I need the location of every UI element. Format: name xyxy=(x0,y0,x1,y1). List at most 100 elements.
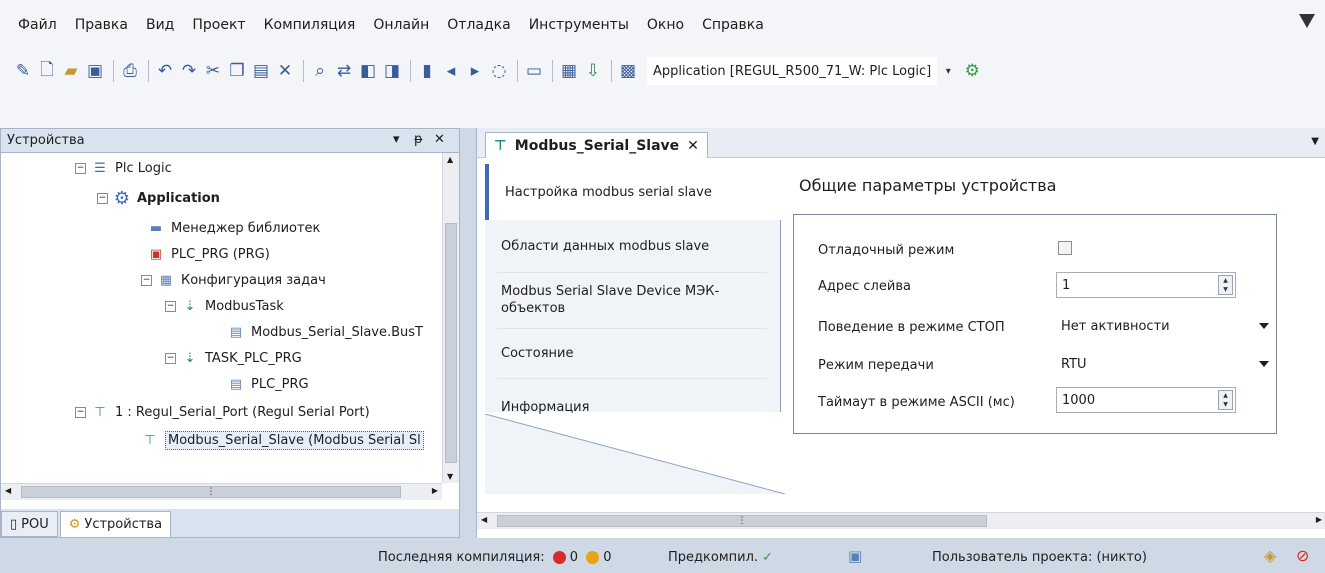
menu-file[interactable]: Файл xyxy=(18,17,57,33)
tab-list-chevron-icon[interactable]: ▼ xyxy=(1311,136,1319,147)
side-tab-status[interactable]: Состояние xyxy=(485,330,781,376)
chevron-down-icon[interactable] xyxy=(1259,361,1269,367)
side-tab-data-areas[interactable]: Области данных modbus slave xyxy=(485,220,781,272)
tree-node-plc-prg-call[interactable]: ▤ PLC_PRG xyxy=(227,373,309,395)
side-tab-iec-objects[interactable]: Modbus Serial Slave Device МЭК-объектов xyxy=(485,274,781,326)
no-connection-icon[interactable]: ⊘ xyxy=(1296,546,1309,565)
tree-node-modbus-task[interactable]: − ⇣ ModbusTask xyxy=(165,295,284,317)
bookmark-prev-icon[interactable]: ◂ xyxy=(440,60,462,82)
device-params-group: Отладочный режим Адрес слейва 1 ▲ ▼ Повед… xyxy=(793,214,1277,434)
toolbar-separator xyxy=(410,60,411,82)
side-tab-divider xyxy=(497,272,767,273)
collapse-icon[interactable]: − xyxy=(75,406,86,418)
download-icon[interactable]: ⇩ xyxy=(582,60,604,82)
pane-menu-icon[interactable]: ▾ xyxy=(393,132,400,147)
find-icon[interactable]: ⌕ xyxy=(309,60,331,82)
tree-node-application[interactable]: − ⚙ Application xyxy=(97,187,220,209)
menu-bar: Файл Правка Вид Проект Компиляция Онлайн… xyxy=(0,0,1325,46)
print-icon[interactable]: ⎙ xyxy=(119,60,141,82)
tree-node-plc-logic[interactable]: − ☰ Plc Logic xyxy=(75,157,172,179)
transfer-mode-label: Режим передачи xyxy=(818,358,934,373)
spinner-icon[interactable]: ▲ ▼ xyxy=(1218,275,1233,295)
application-combo-value: Application [REGUL_R500_71_W: Plc Logic] xyxy=(653,63,932,79)
paste-icon[interactable]: ▤ xyxy=(250,60,272,82)
new-file-icon[interactable]: 🗋 xyxy=(36,60,58,82)
replace-icon[interactable]: ⇄ xyxy=(333,60,355,82)
transfer-mode-select[interactable]: RTU xyxy=(1056,351,1276,377)
collapse-icon[interactable]: − xyxy=(97,192,108,204)
scroll-right-icon[interactable]: ▶ xyxy=(1316,515,1322,524)
filter-icon[interactable] xyxy=(1299,14,1315,28)
menu-debug[interactable]: Отладка xyxy=(447,17,510,33)
close-tab-icon[interactable]: ✕ xyxy=(687,138,699,154)
tree-horizontal-scrollbar[interactable]: ◀ ⋮ ▶ xyxy=(1,483,442,500)
chevron-down-icon[interactable] xyxy=(1259,323,1269,329)
network-icon[interactable]: ▣ xyxy=(848,547,862,565)
find-prev-icon[interactable]: ◧ xyxy=(357,60,379,82)
bookmark-next-icon[interactable]: ▸ xyxy=(464,60,486,82)
tree-vertical-scrollbar[interactable]: ▲ ▼ xyxy=(442,153,459,483)
copy-icon[interactable]: ❐ xyxy=(226,60,248,82)
tab-devices[interactable]: ⚙ Устройства xyxy=(59,511,172,537)
scroll-right-icon[interactable]: ▶ xyxy=(432,486,438,495)
chevron-down-icon[interactable]: ▾ xyxy=(937,60,959,82)
tree-node-task-plc-prg[interactable]: − ⇣ TASK_PLC_PRG xyxy=(165,347,302,369)
application-select-icon[interactable]: ▩ xyxy=(617,60,639,82)
scroll-thumb[interactable]: ⋮ xyxy=(21,486,401,498)
undo-icon[interactable]: ↶ xyxy=(154,60,176,82)
stop-behaviour-select[interactable]: Нет активности xyxy=(1056,313,1276,339)
shield-icon[interactable]: ◈ xyxy=(1264,546,1276,565)
ascii-timeout-input[interactable]: 1000 ▲ ▼ xyxy=(1056,387,1236,413)
tab-modbus-serial-slave[interactable]: ⊤ Modbus_Serial_Slave ✕ xyxy=(485,132,708,158)
project-user: Пользователь проекта: (никто) xyxy=(932,550,1147,565)
scroll-left-icon[interactable]: ◀ xyxy=(5,486,11,495)
menu-edit[interactable]: Правка xyxy=(75,17,128,33)
menu-view[interactable]: Вид xyxy=(146,17,174,33)
scroll-thumb[interactable]: ⋮ xyxy=(497,515,987,527)
open-folder-icon[interactable]: ▰ xyxy=(60,60,82,82)
scroll-up-icon[interactable]: ▲ xyxy=(447,155,453,164)
bookmark-icon[interactable]: ▮ xyxy=(416,60,438,82)
menu-online[interactable]: Онлайн xyxy=(373,17,429,33)
collapse-icon[interactable]: − xyxy=(165,352,176,364)
menu-tools[interactable]: Инструменты xyxy=(529,17,629,33)
menu-window[interactable]: Окно xyxy=(647,17,684,33)
collapse-icon[interactable]: − xyxy=(141,274,152,286)
redo-icon[interactable]: ↷ xyxy=(178,60,200,82)
scroll-thumb[interactable] xyxy=(445,223,457,463)
editor-horizontal-scrollbar[interactable]: ◀ ⋮ ▶ xyxy=(477,512,1325,529)
tree-node-library-manager[interactable]: ▬ Менеджер библиотек xyxy=(147,217,321,239)
tree-node-plc-prg[interactable]: ▣ PLC_PRG (PRG) xyxy=(147,243,270,265)
collapse-icon[interactable]: − xyxy=(75,162,86,174)
delete-icon[interactable]: ✕ xyxy=(274,60,296,82)
menu-build[interactable]: Компиляция xyxy=(264,17,356,33)
tree-node-task-config[interactable]: − ▦ Конфигурация задач xyxy=(141,269,326,291)
login-gear-icon[interactable]: ⚙ xyxy=(961,60,983,82)
tree-node-modbus-slave[interactable]: ⊤ Modbus_Serial_Slave (Modbus Serial Sl xyxy=(141,429,424,451)
debug-mode-checkbox[interactable] xyxy=(1058,241,1072,255)
build-icon[interactable]: ▦ xyxy=(558,60,580,82)
tab-pou[interactable]: ▯ POU xyxy=(1,511,58,537)
menu-help[interactable]: Справка xyxy=(702,17,764,33)
find-next-icon[interactable]: ◨ xyxy=(381,60,403,82)
magic-wand-icon[interactable]: ✎ xyxy=(12,60,34,82)
device-tree: − ☰ Plc Logic − ⚙ Application ▬ Менеджер… xyxy=(1,153,442,483)
tree-node-bus-task[interactable]: ▤ Modbus_Serial_Slave.BusT xyxy=(227,321,423,343)
toolbar: ✎ 🗋 ▰ ▣ ⎙ ↶ ↷ ✂ ❐ ▤ ✕ ⌕ ⇄ ◧ ◨ ▮ ◂ ▸ ◌ ▭ … xyxy=(0,46,1325,96)
save-icon[interactable]: ▣ xyxy=(84,60,106,82)
menu-project[interactable]: Проект xyxy=(192,17,245,33)
scroll-down-icon[interactable]: ▼ xyxy=(447,472,453,481)
collapse-icon[interactable]: − xyxy=(165,300,176,312)
bookmark-clear-icon[interactable]: ◌ xyxy=(488,60,510,82)
cut-icon[interactable]: ✂ xyxy=(202,60,224,82)
application-combo[interactable]: Application [REGUL_R500_71_W: Plc Logic] xyxy=(647,57,938,85)
spinner-icon[interactable]: ▲ ▼ xyxy=(1218,390,1233,410)
pin-icon[interactable]: ᵽ xyxy=(414,132,423,147)
tree-node-serial-port[interactable]: − ⊤ 1 : Regul_Serial_Port (Regul Serial … xyxy=(75,401,370,423)
slave-address-input[interactable]: 1 ▲ ▼ xyxy=(1056,272,1236,298)
check-icon: ✓ xyxy=(762,550,774,565)
side-tab-settings[interactable]: Настройка modbus serial slave xyxy=(485,164,789,220)
scroll-left-icon[interactable]: ◀ xyxy=(481,515,487,524)
window-icon[interactable]: ▭ xyxy=(523,60,545,82)
close-pane-icon[interactable]: ✕ xyxy=(434,132,445,147)
